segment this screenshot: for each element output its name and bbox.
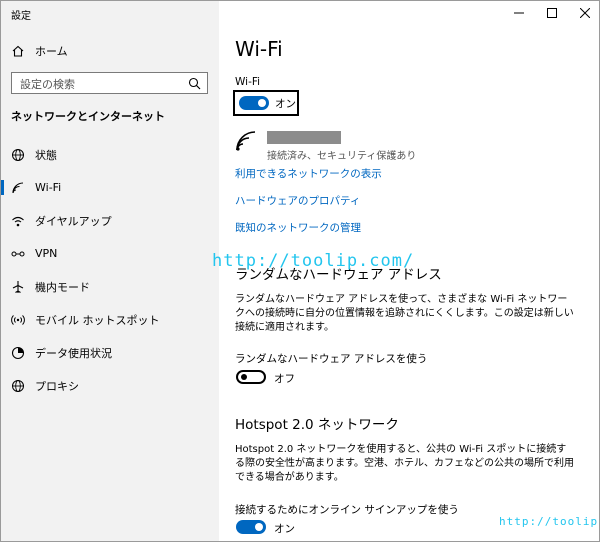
random-hw-description: ランダムなハードウェア アドレスを使って、さまざまな Wi-Fi ネットワークへ… — [235, 294, 574, 333]
network-status: 接続済み、セキュリティ保護あり — [267, 151, 417, 162]
hardware-properties-link[interactable]: ハードウェアのプロパティ — [235, 193, 360, 208]
globe-status-icon — [11, 148, 25, 162]
airplane-icon — [11, 280, 25, 294]
window-caption-buttons — [502, 1, 599, 25]
search-icon[interactable] — [188, 77, 201, 90]
minimize-icon — [513, 12, 524, 14]
hotspot-icon — [11, 313, 25, 327]
sidebar-item-dialup[interactable]: ダイヤルアップ — [1, 204, 219, 237]
sidebar-item-label: 状態 — [35, 148, 57, 162]
settings-window: 設定 ホーム 設定の検索 ネットワークとインターネット 状態 Wi-Fi ダイヤ… — [0, 0, 600, 542]
network-name-redacted[interactable] — [267, 131, 341, 144]
maximize-button[interactable] — [535, 1, 568, 25]
network-signal-icon — [235, 130, 257, 156]
wifi-toggle-state: オン — [275, 98, 296, 110]
home-nav-item[interactable]: ホーム — [11, 41, 68, 61]
sidebar-item-label: モバイル ホットスポット — [35, 313, 160, 327]
sidebar-section-title: ネットワークとインターネット — [11, 110, 165, 123]
sidebar-item-airplane[interactable]: 機内モード — [1, 270, 219, 303]
dialup-icon — [11, 214, 25, 228]
main-content: Wi-Fi Wi-Fi オン 接続済み、セキュリティ保護あり 利用できるネットワ… — [219, 1, 599, 541]
sidebar: 設定 ホーム 設定の検索 ネットワークとインターネット 状態 Wi-Fi ダイヤ… — [1, 1, 219, 541]
sidebar-item-label: 機内モード — [35, 280, 90, 294]
random-hw-toggle-state: オフ — [274, 373, 295, 385]
home-icon — [11, 44, 25, 58]
show-available-networks-link[interactable]: 利用できるネットワークの表示 — [235, 166, 382, 181]
hotspot20-description: Hotspot 2.0 ネットワークを使用すると、公共の Wi-Fi スポットに… — [235, 444, 574, 483]
sidebar-item-label: ダイヤルアップ — [35, 214, 112, 228]
data-usage-icon — [11, 346, 25, 360]
search-placeholder: 設定の検索 — [20, 78, 75, 91]
watermark-text: http://toolip.com/ — [212, 251, 415, 271]
wifi-toggle[interactable]: オン — [233, 90, 299, 116]
sidebar-item-status[interactable]: 状態 — [1, 138, 219, 171]
wifi-toggle-switch[interactable] — [239, 96, 269, 110]
window-title: 設定 — [11, 11, 31, 22]
sidebar-item-label: プロキシ — [35, 379, 79, 393]
maximize-icon — [546, 8, 557, 18]
hotspot20-toggle-state: オン — [274, 523, 295, 535]
sidebar-item-wifi[interactable]: Wi-Fi — [1, 171, 219, 204]
sidebar-nav: 状態 Wi-Fi ダイヤルアップ VPN 機内モード モバイル ホットスポット … — [1, 138, 219, 402]
proxy-globe-icon — [11, 379, 25, 393]
hotspot20-toggle-label: 接続するためにオンライン サインアップを使う — [235, 504, 459, 516]
wifi-icon — [11, 181, 25, 195]
home-label: ホーム — [35, 45, 68, 58]
hotspot20-toggle-switch[interactable] — [236, 520, 266, 534]
sidebar-item-proxy[interactable]: プロキシ — [1, 369, 219, 402]
sidebar-item-vpn[interactable]: VPN — [1, 237, 219, 270]
close-icon — [579, 8, 590, 18]
search-input[interactable]: 設定の検索 — [11, 72, 208, 94]
close-button[interactable] — [568, 1, 599, 25]
random-hw-toggle-label: ランダムなハードウェア アドレスを使う — [235, 353, 428, 365]
hotspot20-heading: Hotspot 2.0 ネットワーク — [235, 417, 399, 433]
wifi-label: Wi-Fi — [235, 76, 261, 88]
sidebar-item-label: Wi-Fi — [35, 181, 62, 194]
vpn-icon — [11, 247, 25, 261]
minimize-button[interactable] — [502, 1, 535, 25]
sidebar-item-hotspot[interactable]: モバイル ホットスポット — [1, 303, 219, 336]
sidebar-item-data-usage[interactable]: データ使用状況 — [1, 336, 219, 369]
sidebar-item-label: VPN — [35, 247, 58, 260]
manage-known-networks-link[interactable]: 既知のネットワークの管理 — [235, 220, 361, 235]
random-hw-toggle-switch[interactable] — [236, 370, 266, 384]
watermark-text-small: http://toolip.com — [499, 515, 599, 528]
sidebar-item-label: データ使用状況 — [35, 346, 112, 360]
page-title: Wi-Fi — [235, 37, 283, 61]
